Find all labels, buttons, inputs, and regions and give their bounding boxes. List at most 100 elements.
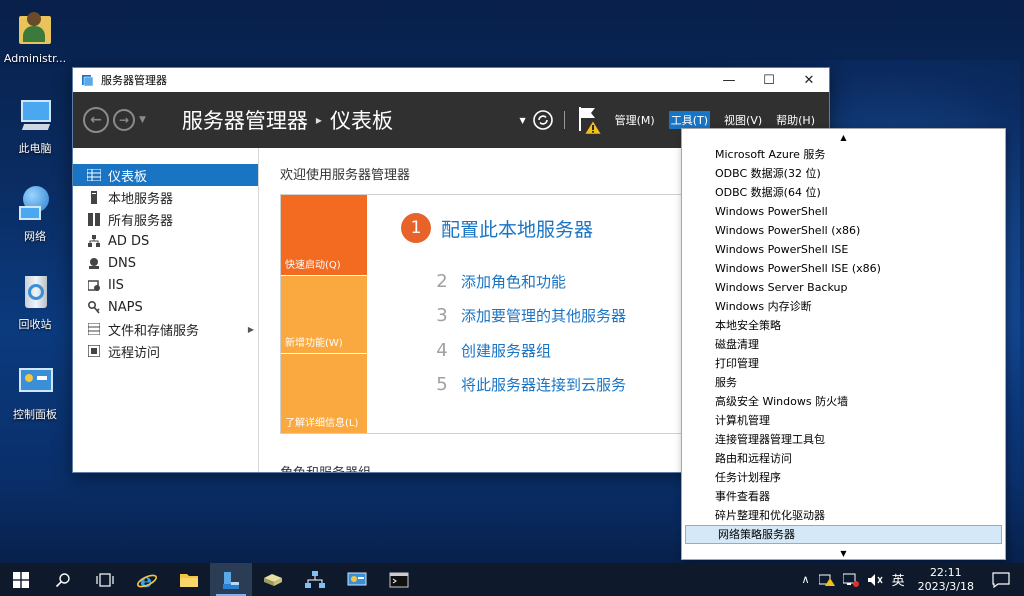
desktop-icon-label: 此电脑 [18, 142, 52, 155]
sidebar-item-label: 所有服务器 [108, 213, 174, 229]
tools-menu-item[interactable]: 打印管理 [682, 354, 1005, 373]
step-configure-local-server[interactable]: 1 配置此本地服务器 [401, 213, 593, 243]
back-button[interactable]: ← [83, 107, 109, 133]
folder-icon [180, 573, 198, 587]
desktop-icon-label: 控制面板 [13, 408, 57, 421]
refresh-icon[interactable] [532, 109, 554, 131]
menu-tools[interactable]: 工具(T) [668, 111, 711, 129]
step-add-servers[interactable]: 3 添加要管理的其他服务器 [431, 305, 626, 326]
desktop-icon-control-panel[interactable]: 控制面板 [0, 362, 70, 422]
step-text: 配置此本地服务器 [441, 218, 594, 241]
tools-menu-item[interactable]: 高级安全 Windows 防火墙 [682, 392, 1005, 411]
breadcrumb-root[interactable]: 服务器管理器 [182, 105, 308, 135]
sidebar-item-label: AD DS [108, 233, 150, 249]
task-view-icon [96, 572, 114, 587]
close-button[interactable]: ✕ [789, 68, 829, 92]
volume-icon[interactable] [867, 573, 883, 587]
sidebar-item-label: 远程访问 [108, 345, 161, 361]
minimize-button[interactable]: — [709, 68, 749, 92]
sidebar-item-dns[interactable]: DNS [73, 252, 258, 274]
tools-menu-item[interactable]: 本地安全策略 [682, 316, 1005, 335]
taskbar-system-tool[interactable] [336, 563, 378, 596]
tools-menu-item[interactable]: 计算机管理 [682, 411, 1005, 430]
notification-flag-icon[interactable] [577, 105, 603, 135]
maximize-button[interactable]: ☐ [749, 68, 789, 92]
system-tray: ∧ 英 22:11 2023/3/18 [797, 563, 1024, 596]
step-create-server-group[interactable]: 4 创建服务器组 [431, 340, 551, 361]
sidebar-item-all-servers[interactable]: 所有服务器 [73, 208, 258, 230]
remote-icon [87, 344, 101, 358]
tools-menu-item[interactable]: Windows PowerShell ISE [682, 240, 1005, 259]
history-dropdown-icon[interactable]: ▼ [139, 115, 146, 125]
desktop-icon-recycle-bin[interactable]: 回收站 [0, 272, 70, 332]
tools-menu-item[interactable]: Windows PowerShell ISE (x86) [682, 259, 1005, 278]
sidebar-item-label: 本地服务器 [108, 191, 174, 207]
storage-icon [87, 322, 101, 336]
scroll-up-icon[interactable]: ▲ [682, 129, 1005, 145]
notifications-icon[interactable] [992, 571, 1010, 588]
tile-whats-new[interactable]: 新增功能(W) [281, 275, 367, 353]
tools-menu-item[interactable]: Windows PowerShell (x86) [682, 221, 1005, 240]
tools-menu-item[interactable]: Windows Server Backup [682, 278, 1005, 297]
taskbar-storage-tool[interactable] [252, 563, 294, 596]
tools-menu-item[interactable]: 任务计划程序 [682, 468, 1005, 487]
tools-menu-item[interactable]: 网络策略服务器 [685, 525, 1002, 544]
scroll-down-icon[interactable]: ▼ [682, 545, 1005, 561]
search-button[interactable] [42, 563, 84, 596]
desktop-icon-network[interactable]: 网络 [0, 184, 70, 244]
tools-menu-item[interactable]: 碎片整理和优化驱动器 [682, 506, 1005, 525]
forward-button[interactable]: → [113, 109, 135, 131]
step-connect-cloud[interactable]: 5 将此服务器连接到云服务 [431, 374, 626, 395]
refresh-dropdown-icon[interactable]: ▼ [519, 116, 525, 125]
tile-learn-more[interactable]: 了解详细信息(L) [281, 353, 367, 433]
sidebar-item-local-server[interactable]: 本地服务器 [73, 186, 258, 208]
breadcrumb-current: 仪表板 [329, 109, 393, 133]
taskbar-server-manager[interactable] [210, 563, 252, 596]
menu-help[interactable]: 帮助(H) [776, 112, 815, 128]
network-nodes-icon [305, 570, 325, 588]
step-add-roles[interactable]: 2 添加角色和功能 [431, 271, 566, 292]
tools-menu-item[interactable]: Windows 内存诊断 [682, 297, 1005, 316]
roles-section-title: 角色和服务器组 [280, 462, 371, 472]
sidebar-item-adds[interactable]: AD DS [73, 230, 258, 252]
start-button[interactable] [0, 563, 42, 596]
user-folder-icon [15, 8, 55, 48]
tools-menu-item[interactable]: Windows PowerShell [682, 202, 1005, 221]
system-info-icon [347, 572, 367, 585]
sidebar-item-label: DNS [108, 255, 136, 271]
desktop-icon-label: Administr... [3, 52, 67, 65]
sidebar-item-naps[interactable]: NAPS [73, 296, 258, 318]
action-center-warning-icon[interactable] [818, 573, 835, 587]
tile-quick-start[interactable]: 快速启动(Q) [281, 195, 367, 275]
taskbar-network-tool[interactable] [294, 563, 336, 596]
recycle-bin-icon [15, 272, 55, 312]
tools-menu-item[interactable]: 服务 [682, 373, 1005, 392]
desktop-icon-this-pc[interactable]: 此电脑 [0, 96, 70, 156]
tools-menu-list: Microsoft Azure 服务 ODBC 数据源(32 位) ODBC 数据源… [682, 145, 1005, 545]
window-titlebar[interactable]: 服务器管理器 — ☐ ✕ [73, 68, 829, 92]
desktop-icon-administrator[interactable]: Administr... [0, 8, 70, 65]
desktop-icon-label: 网络 [24, 230, 46, 243]
taskbar-command-prompt[interactable] [378, 563, 420, 596]
sidebar-item-remote-access[interactable]: 远程访问 [73, 340, 258, 362]
network-status-icon[interactable] [842, 573, 859, 587]
sidebar-item-dashboard[interactable]: 仪表板 [73, 164, 258, 186]
tools-menu-item[interactable]: 路由和远程访问 [682, 449, 1005, 468]
sidebar-item-iis[interactable]: IIS [73, 274, 258, 296]
tools-menu-item[interactable]: 连接管理器管理工具包 [682, 430, 1005, 449]
menu-view[interactable]: 视图(V) [724, 112, 762, 128]
tools-menu-item[interactable]: ODBC 数据源(32 位) [682, 164, 1005, 183]
tools-menu-item[interactable]: ODBC 数据源(64 位) [682, 183, 1005, 202]
task-view-button[interactable] [84, 563, 126, 596]
input-method-indicator[interactable]: 英 [892, 570, 905, 589]
tools-menu-item[interactable]: 事件查看器 [682, 487, 1005, 506]
sidebar-item-file-storage[interactable]: 文件和存储服务 ▶ [73, 318, 258, 340]
expand-arrow-icon[interactable]: ▶ [248, 325, 254, 334]
show-hidden-icons-chevron-icon[interactable]: ∧ [802, 573, 810, 586]
taskbar-clock[interactable]: 22:11 2023/3/18 [918, 566, 974, 594]
tools-menu-item[interactable]: Microsoft Azure 服务 [682, 145, 1005, 164]
tools-menu-item[interactable]: 磁盘清理 [682, 335, 1005, 354]
taskbar-internet-explorer[interactable]: e [126, 563, 168, 596]
menu-manage[interactable]: 管理(M) [615, 112, 655, 128]
taskbar-file-explorer[interactable] [168, 563, 210, 596]
